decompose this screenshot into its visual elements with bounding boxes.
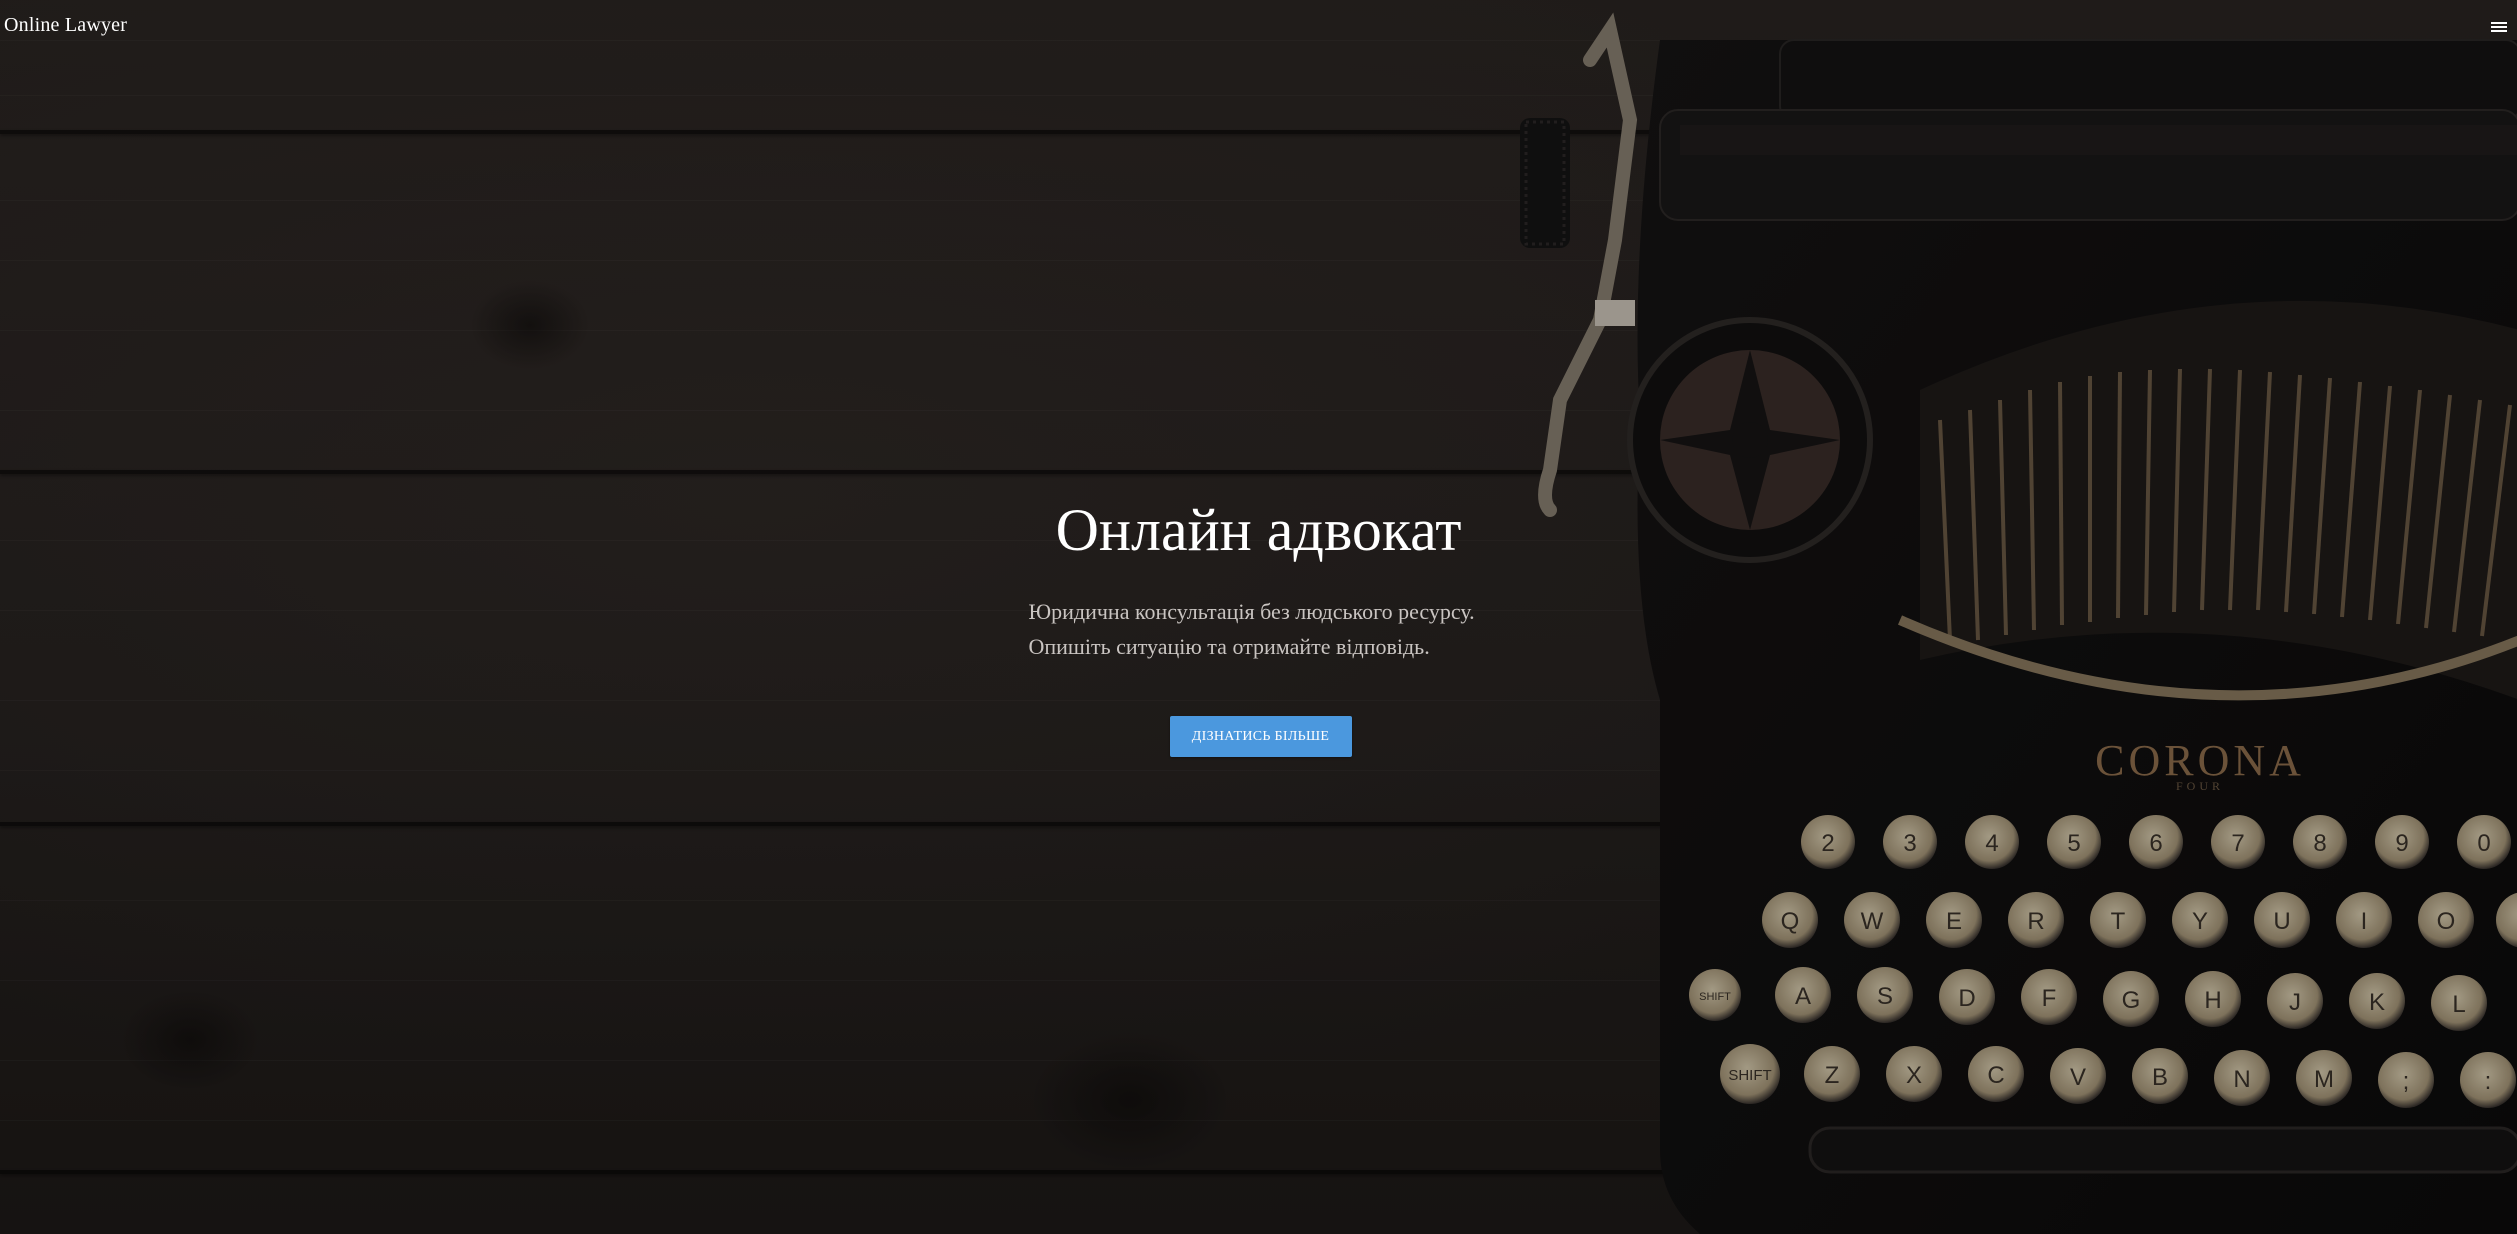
hero-subtitle-line-1: Юридична консультація без людського ресу… <box>1028 599 1475 624</box>
hero-title: Онлайн адвокат <box>1055 497 1462 563</box>
hamburger-menu-icon[interactable] <box>2491 22 2507 34</box>
brand-link[interactable]: Online Lawyer <box>4 14 127 37</box>
hero-subtitle-line-2: Опишіть ситуацію та отримайте відповідь. <box>1028 634 1430 659</box>
hero-content: Онлайн адвокат Юридична консультація без… <box>0 490 2517 757</box>
hero-section: CORONA FOUR 2 3 4 5 6 7 8 9 0 Q W E R T … <box>0 0 2517 1234</box>
learn-more-button[interactable]: ДІЗНАТИСЬ БІЛЬШЕ <box>1169 716 1352 757</box>
hero-subtitle: Юридична консультація без людського ресу… <box>1029 594 1489 664</box>
